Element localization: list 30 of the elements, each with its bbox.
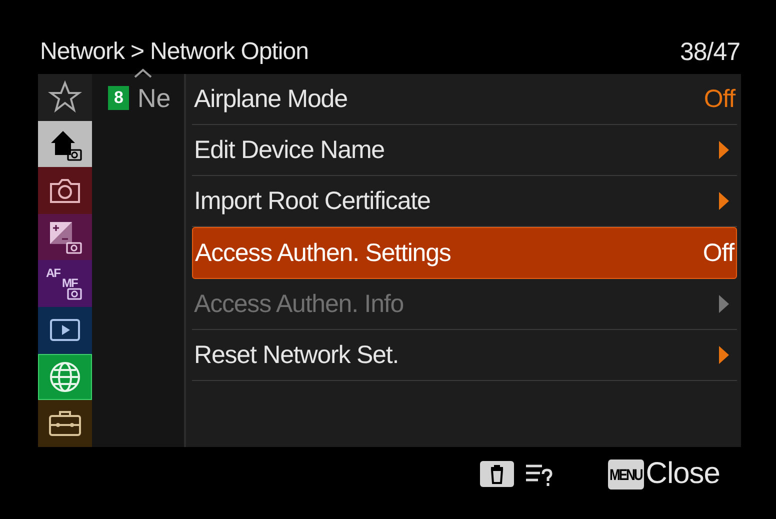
menu-tab[interactable]: [38, 354, 92, 400]
arrow-icon: [719, 295, 729, 313]
arrow-icon: [719, 192, 729, 210]
menu-tab[interactable]: [38, 400, 92, 447]
arrow-icon: [719, 346, 729, 364]
menu-item[interactable]: Edit Device Name: [192, 125, 737, 176]
menu-tab[interactable]: [38, 74, 92, 121]
trash-icon[interactable]: [480, 461, 514, 487]
menu-tab[interactable]: [38, 306, 92, 354]
menu-item[interactable]: Access Authen. Settings Off: [192, 227, 737, 279]
camera-icon: [67, 288, 82, 300]
menu-tab[interactable]: [38, 120, 92, 168]
menu-item[interactable]: Reset Network Set.: [192, 330, 737, 381]
page-counter: 38/47: [680, 38, 740, 66]
menu-tab[interactable]: [38, 214, 92, 260]
group-label: Ne: [137, 86, 171, 110]
arrow-icon: [719, 141, 729, 159]
menu-tab[interactable]: [38, 167, 92, 214]
menu-key: MENU: [608, 459, 644, 489]
menu-tab[interactable]: AF MF: [38, 260, 92, 307]
close-label[interactable]: Close: [646, 457, 720, 491]
breadcrumb-link[interactable]: Network: [40, 38, 125, 66]
setting-value: Off: [704, 84, 735, 114]
setting-value: Off: [702, 238, 734, 268]
exposure-camera-icon: [47, 219, 83, 256]
menu-item[interactable]: Airplane Mode Off: [192, 74, 737, 125]
breadcrumb-separator: >: [130, 38, 144, 66]
menu-title: Network Option: [150, 38, 308, 66]
scroll-up-icon: [133, 68, 153, 78]
page-number-badge: 8: [108, 86, 130, 110]
